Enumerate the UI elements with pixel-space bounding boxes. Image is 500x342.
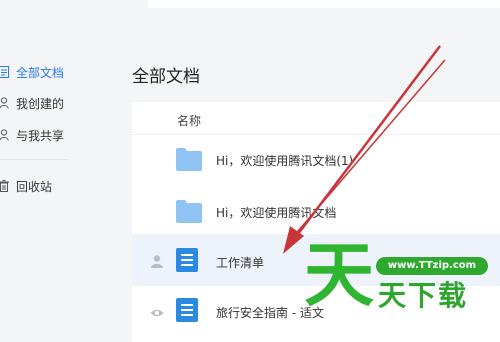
person-icon bbox=[0, 96, 10, 110]
watermark-big-char: 天 bbox=[304, 234, 374, 316]
top-bar bbox=[0, 0, 500, 8]
file-row[interactable]: Hi，欢迎使用腾讯文档 bbox=[132, 185, 500, 237]
file-name: 工作清单 bbox=[216, 256, 265, 270]
search-input[interactable] bbox=[148, 0, 500, 8]
watermark: 天 www.TTzip.com 天下载 bbox=[304, 240, 500, 342]
person-icon bbox=[150, 253, 164, 268]
file-name: Hi，欢迎使用腾讯文档 bbox=[216, 206, 337, 220]
trash-icon bbox=[0, 179, 10, 193]
sidebar-item-label: 与我共享 bbox=[16, 128, 65, 143]
folder-icon bbox=[176, 147, 202, 175]
sidebar: 全部文档 我创建的 与我共享 回收站 bbox=[0, 50, 120, 342]
page-title: 全部文档 bbox=[132, 67, 200, 87]
document-list-icon bbox=[0, 65, 10, 79]
sidebar-item-all-documents[interactable]: 全部文档 bbox=[0, 60, 110, 84]
sidebar-item-shared-with-me[interactable]: 与我共享 bbox=[0, 123, 110, 147]
eye-icon bbox=[150, 305, 164, 319]
sidebar-item-recycle-bin[interactable]: 回收站 bbox=[0, 174, 110, 198]
sidebar-item-label: 我创建的 bbox=[16, 96, 65, 111]
column-header-name[interactable]: 名称 bbox=[177, 112, 201, 129]
file-row[interactable]: Hi，欢迎使用腾讯文档(1) bbox=[132, 135, 500, 187]
file-name: Hi，欢迎使用腾讯文档(1) bbox=[216, 154, 354, 168]
shared-users-icon bbox=[0, 128, 10, 142]
sidebar-item-label: 全部文档 bbox=[16, 65, 65, 80]
watermark-url: www.TTzip.com bbox=[376, 257, 488, 275]
sidebar-item-created-by-me[interactable]: 我创建的 bbox=[0, 91, 110, 115]
sidebar-divider bbox=[0, 159, 68, 160]
document-icon bbox=[176, 298, 198, 326]
folder-icon bbox=[176, 199, 202, 227]
watermark-sub-text: 天下载 bbox=[378, 279, 469, 312]
sidebar-item-label: 回收站 bbox=[16, 179, 53, 194]
document-icon bbox=[176, 248, 198, 276]
